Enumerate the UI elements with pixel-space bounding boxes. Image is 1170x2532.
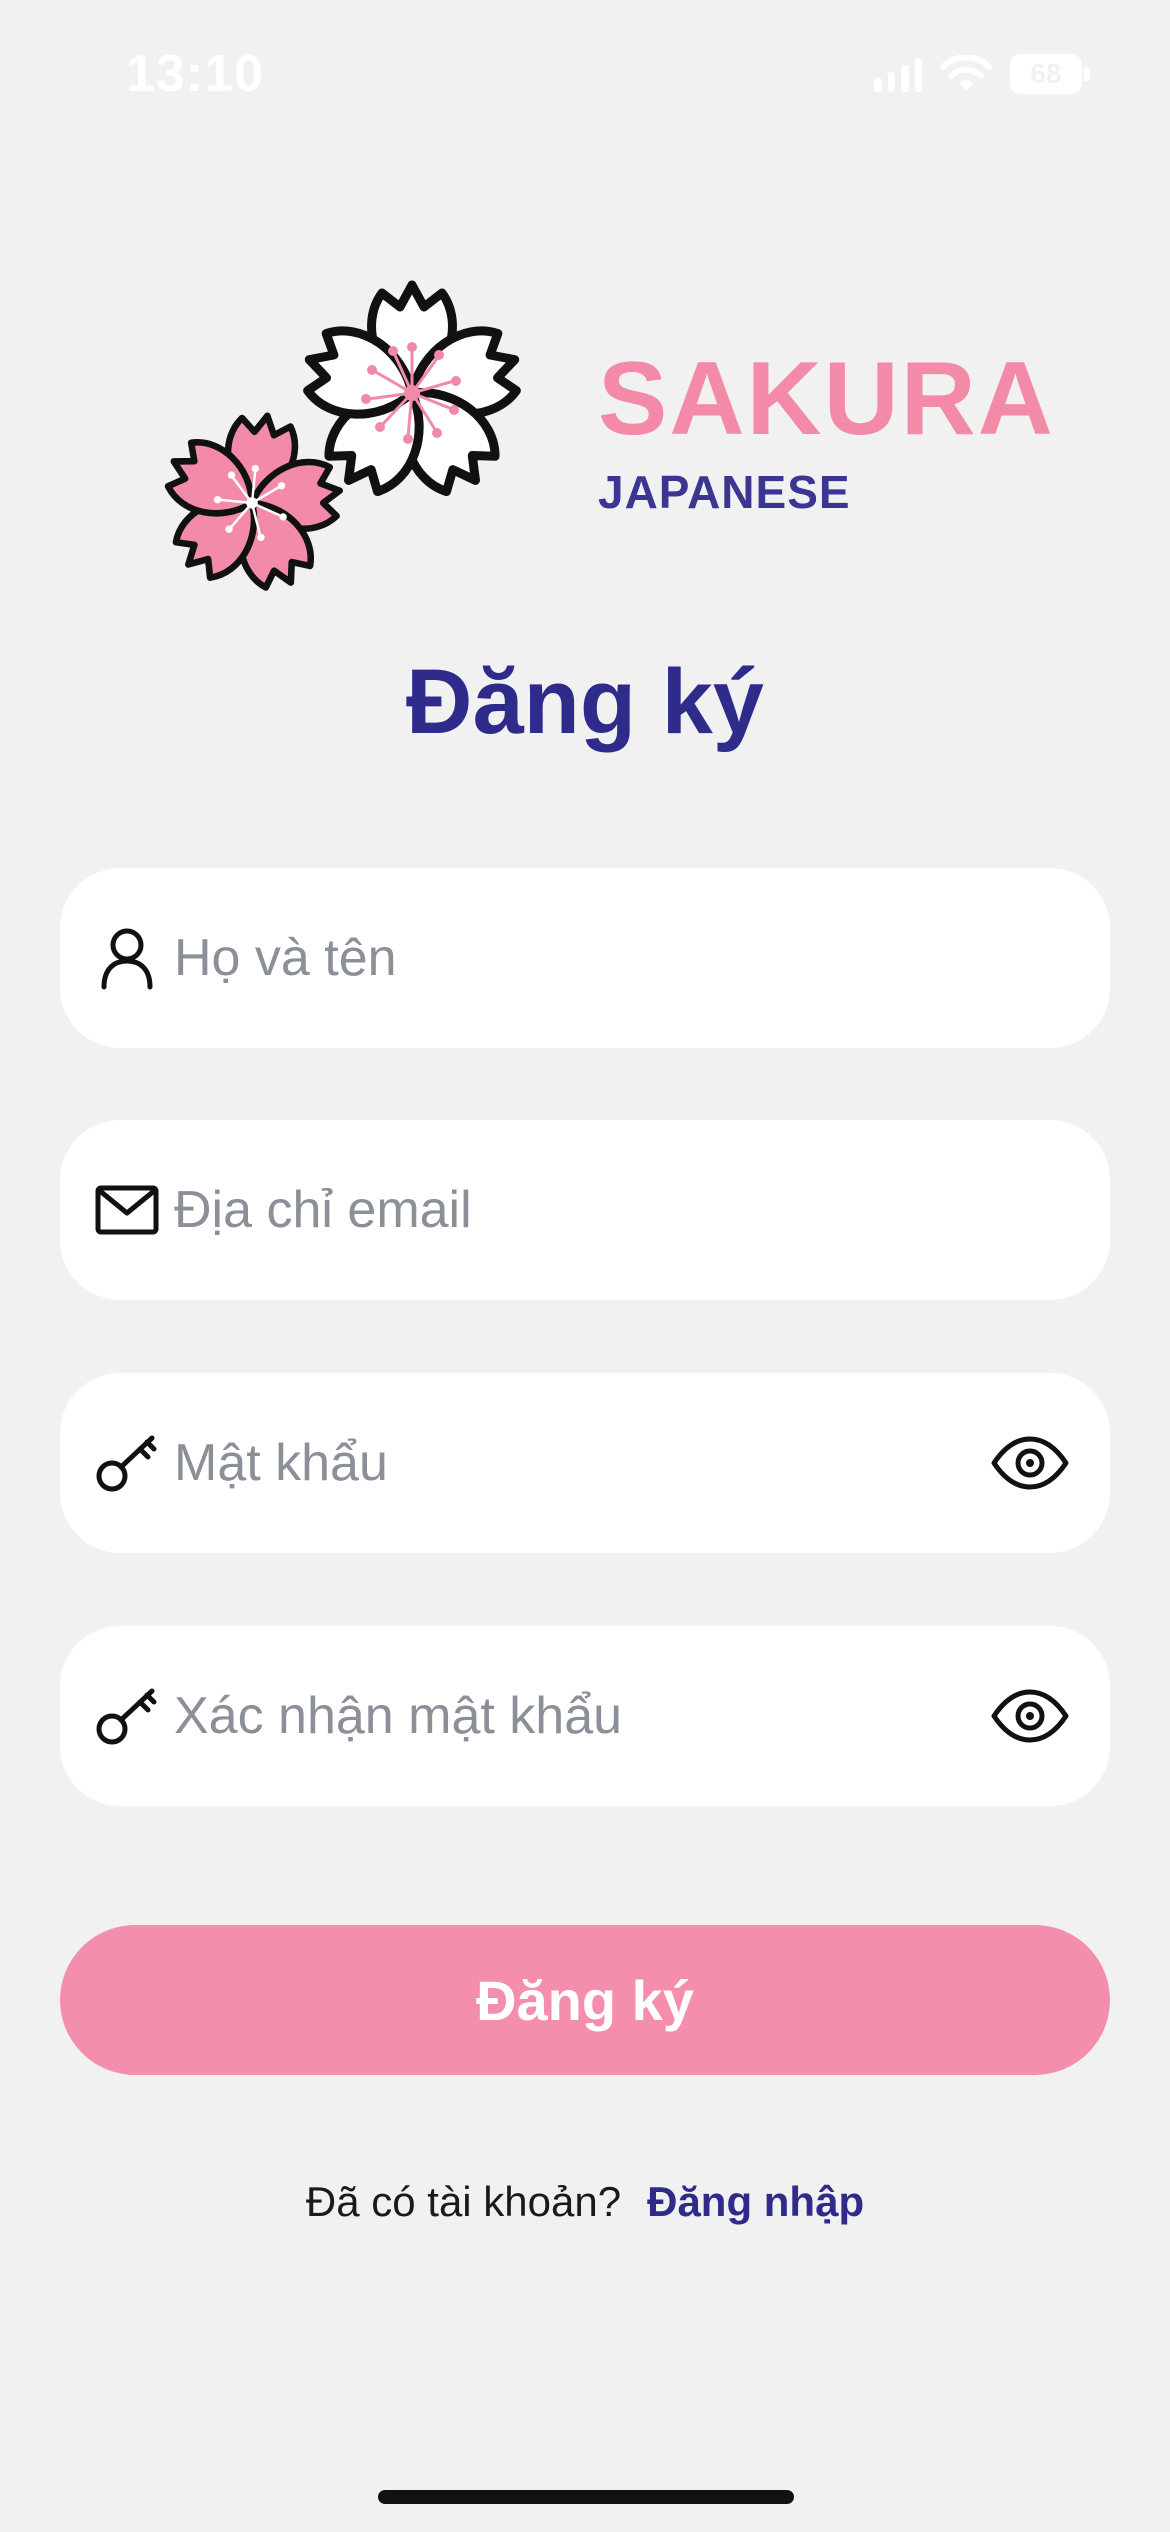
full-name-placeholder: Họ và tên [174,929,397,987]
eye-icon[interactable] [990,1433,1070,1493]
page-title: Đăng ký [406,651,764,753]
brand-name: SAKURA [598,341,1055,457]
sakura-flowers-icon [160,245,580,605]
mail-icon [92,1175,162,1245]
home-indicator[interactable] [378,2490,794,2504]
wifi-icon [940,55,992,93]
full-name-field[interactable]: Họ và tên [60,868,1110,1048]
status-icons: 68 [874,54,1090,94]
eye-icon[interactable] [990,1686,1070,1746]
email-placeholder: Địa chỉ email [174,1181,472,1239]
battery-icon: 68 [1010,54,1090,94]
key-icon [92,1428,162,1498]
brand-subtitle: JAPANESE [598,466,851,518]
login-prompt: Đã có tài khoản? Đăng nhập [0,2178,1170,2226]
password-placeholder: Mật khẩu [174,1434,388,1492]
status-time: 13:10 [126,45,264,103]
login-link[interactable]: Đăng nhập [647,2178,864,2226]
user-icon [92,923,162,993]
register-screen: 13:10 68 SAKURA JAPANESE Đăng ký Họ và t… [0,0,1170,2532]
signal-icon [874,56,922,92]
confirm-password-field[interactable]: Xác nhận mật khẩu [60,1626,1110,1806]
password-field[interactable]: Mật khẩu [60,1373,1110,1553]
email-field[interactable]: Địa chỉ email [60,1120,1110,1300]
register-button[interactable]: Đăng ký [60,1925,1110,2075]
login-question: Đã có tài khoản? [305,2178,622,2225]
key-icon [92,1681,162,1751]
confirm-password-placeholder: Xác nhận mật khẩu [174,1687,623,1745]
battery-level: 68 [1010,54,1082,94]
app-logo: SAKURA JAPANESE [160,245,1053,605]
